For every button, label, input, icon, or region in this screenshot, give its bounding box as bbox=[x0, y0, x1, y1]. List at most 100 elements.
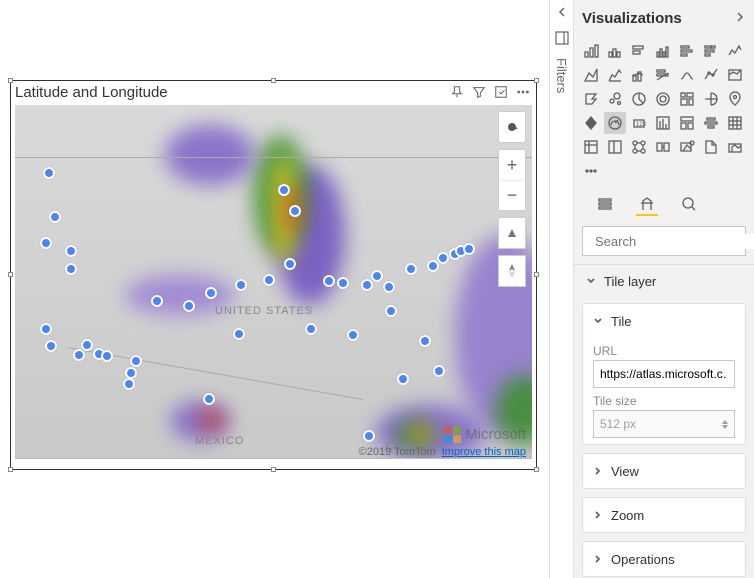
viz-type-16[interactable] bbox=[628, 88, 650, 110]
viz-type-21[interactable] bbox=[580, 112, 602, 134]
more-icon[interactable] bbox=[514, 83, 532, 101]
data-point[interactable] bbox=[263, 274, 275, 286]
data-point[interactable] bbox=[203, 393, 215, 405]
viz-type-29[interactable] bbox=[604, 136, 626, 158]
viz-type-15[interactable] bbox=[604, 88, 626, 110]
viz-type-13[interactable] bbox=[724, 64, 746, 86]
data-point[interactable] bbox=[371, 270, 383, 282]
format-tab[interactable] bbox=[636, 194, 658, 216]
map-compass-control[interactable] bbox=[498, 255, 526, 287]
data-point[interactable] bbox=[73, 349, 85, 361]
viz-type-10[interactable] bbox=[652, 64, 674, 86]
viz-type-14[interactable] bbox=[580, 88, 602, 110]
viz-type-11[interactable] bbox=[676, 64, 698, 86]
viz-type-1[interactable] bbox=[604, 40, 626, 62]
pitch-button[interactable] bbox=[499, 218, 525, 248]
data-point[interactable] bbox=[233, 328, 245, 340]
viz-type-24[interactable] bbox=[652, 112, 674, 134]
viz-type-9[interactable] bbox=[628, 64, 650, 86]
data-point[interactable] bbox=[419, 335, 431, 347]
data-point[interactable] bbox=[363, 430, 375, 442]
data-point[interactable] bbox=[305, 323, 317, 335]
pane-icon[interactable] bbox=[555, 31, 569, 48]
compass-button[interactable] bbox=[499, 256, 525, 286]
viz-type-22[interactable] bbox=[604, 112, 626, 134]
data-point[interactable] bbox=[81, 339, 93, 351]
viz-type-2[interactable] bbox=[628, 40, 650, 62]
section-tile[interactable]: Tile bbox=[583, 304, 745, 338]
data-point[interactable] bbox=[43, 167, 55, 179]
data-point[interactable] bbox=[397, 373, 409, 385]
data-point[interactable] bbox=[437, 252, 449, 264]
viz-type-12[interactable] bbox=[700, 64, 722, 86]
pin-icon[interactable] bbox=[448, 83, 466, 101]
viz-type-31[interactable] bbox=[652, 136, 674, 158]
data-point[interactable] bbox=[40, 237, 52, 249]
data-point[interactable] bbox=[289, 205, 301, 217]
viz-type-8[interactable] bbox=[604, 64, 626, 86]
data-point[interactable] bbox=[65, 263, 77, 275]
viz-type-30[interactable] bbox=[628, 136, 650, 158]
viz-type-27[interactable] bbox=[724, 112, 746, 134]
viz-type-28[interactable] bbox=[580, 136, 602, 158]
data-point[interactable] bbox=[65, 245, 77, 257]
viz-type-25[interactable] bbox=[676, 112, 698, 134]
data-point[interactable] bbox=[463, 243, 475, 255]
zoom-out-button[interactable]: − bbox=[499, 180, 525, 210]
viz-type-3[interactable] bbox=[652, 40, 674, 62]
format-search[interactable] bbox=[582, 226, 746, 256]
data-point[interactable] bbox=[40, 323, 52, 335]
data-point[interactable] bbox=[433, 365, 445, 377]
viz-type-4[interactable] bbox=[676, 40, 698, 62]
data-point[interactable] bbox=[151, 295, 163, 307]
url-input-wrap[interactable] bbox=[593, 360, 735, 388]
data-point[interactable] bbox=[205, 287, 217, 299]
viz-type-19[interactable] bbox=[700, 88, 722, 110]
data-point[interactable] bbox=[183, 300, 195, 312]
viz-type-32[interactable] bbox=[676, 136, 698, 158]
viz-type-6[interactable] bbox=[724, 40, 746, 62]
viz-type-34[interactable] bbox=[724, 136, 746, 158]
data-point[interactable] bbox=[323, 275, 335, 287]
data-point[interactable] bbox=[385, 305, 397, 317]
style-button[interactable] bbox=[499, 112, 525, 142]
section-zoom[interactable]: Zoom bbox=[583, 498, 745, 532]
data-point[interactable] bbox=[337, 277, 349, 289]
tile-url-input[interactable] bbox=[600, 367, 728, 381]
focus-icon[interactable] bbox=[492, 83, 510, 101]
data-point[interactable] bbox=[347, 329, 359, 341]
viz-type-18[interactable] bbox=[676, 88, 698, 110]
viz-type-33[interactable] bbox=[700, 136, 722, 158]
data-point[interactable] bbox=[45, 340, 57, 352]
data-point[interactable] bbox=[235, 279, 247, 291]
analytics-tab[interactable] bbox=[678, 194, 700, 216]
viz-type-0[interactable] bbox=[580, 40, 602, 62]
map-style-picker[interactable] bbox=[498, 111, 526, 143]
viz-type-5[interactable] bbox=[700, 40, 722, 62]
map-pitch-control[interactable] bbox=[498, 217, 526, 249]
viz-type-35[interactable] bbox=[580, 160, 602, 182]
data-point[interactable] bbox=[130, 355, 142, 367]
map-visual[interactable]: Latitude and Longitude UNITED STATES MEX… bbox=[10, 80, 537, 470]
data-point[interactable] bbox=[427, 260, 439, 272]
section-tile-layer[interactable]: Tile layer bbox=[574, 265, 754, 297]
data-point[interactable] bbox=[284, 258, 296, 270]
search-input[interactable] bbox=[595, 234, 754, 249]
filter-icon[interactable] bbox=[470, 83, 488, 101]
viz-type-17[interactable] bbox=[652, 88, 674, 110]
data-point[interactable] bbox=[49, 211, 61, 223]
data-point[interactable] bbox=[405, 263, 417, 275]
expand-filters-button[interactable] bbox=[556, 6, 568, 21]
viz-type-23[interactable]: 123 bbox=[628, 112, 650, 134]
improve-map-link[interactable]: Improve this map bbox=[442, 446, 526, 458]
data-point[interactable] bbox=[383, 281, 395, 293]
viz-type-26[interactable] bbox=[700, 112, 722, 134]
section-view[interactable]: View bbox=[583, 454, 745, 488]
data-point[interactable] bbox=[101, 350, 113, 362]
viz-type-20[interactable] bbox=[724, 88, 746, 110]
map-viewport[interactable]: UNITED STATES MEXICO CUBA + − Microsoft … bbox=[15, 105, 532, 459]
fields-tab[interactable] bbox=[594, 194, 616, 216]
collapse-pane-button[interactable] bbox=[734, 10, 746, 27]
data-point[interactable] bbox=[361, 279, 373, 291]
viz-type-7[interactable] bbox=[580, 64, 602, 86]
